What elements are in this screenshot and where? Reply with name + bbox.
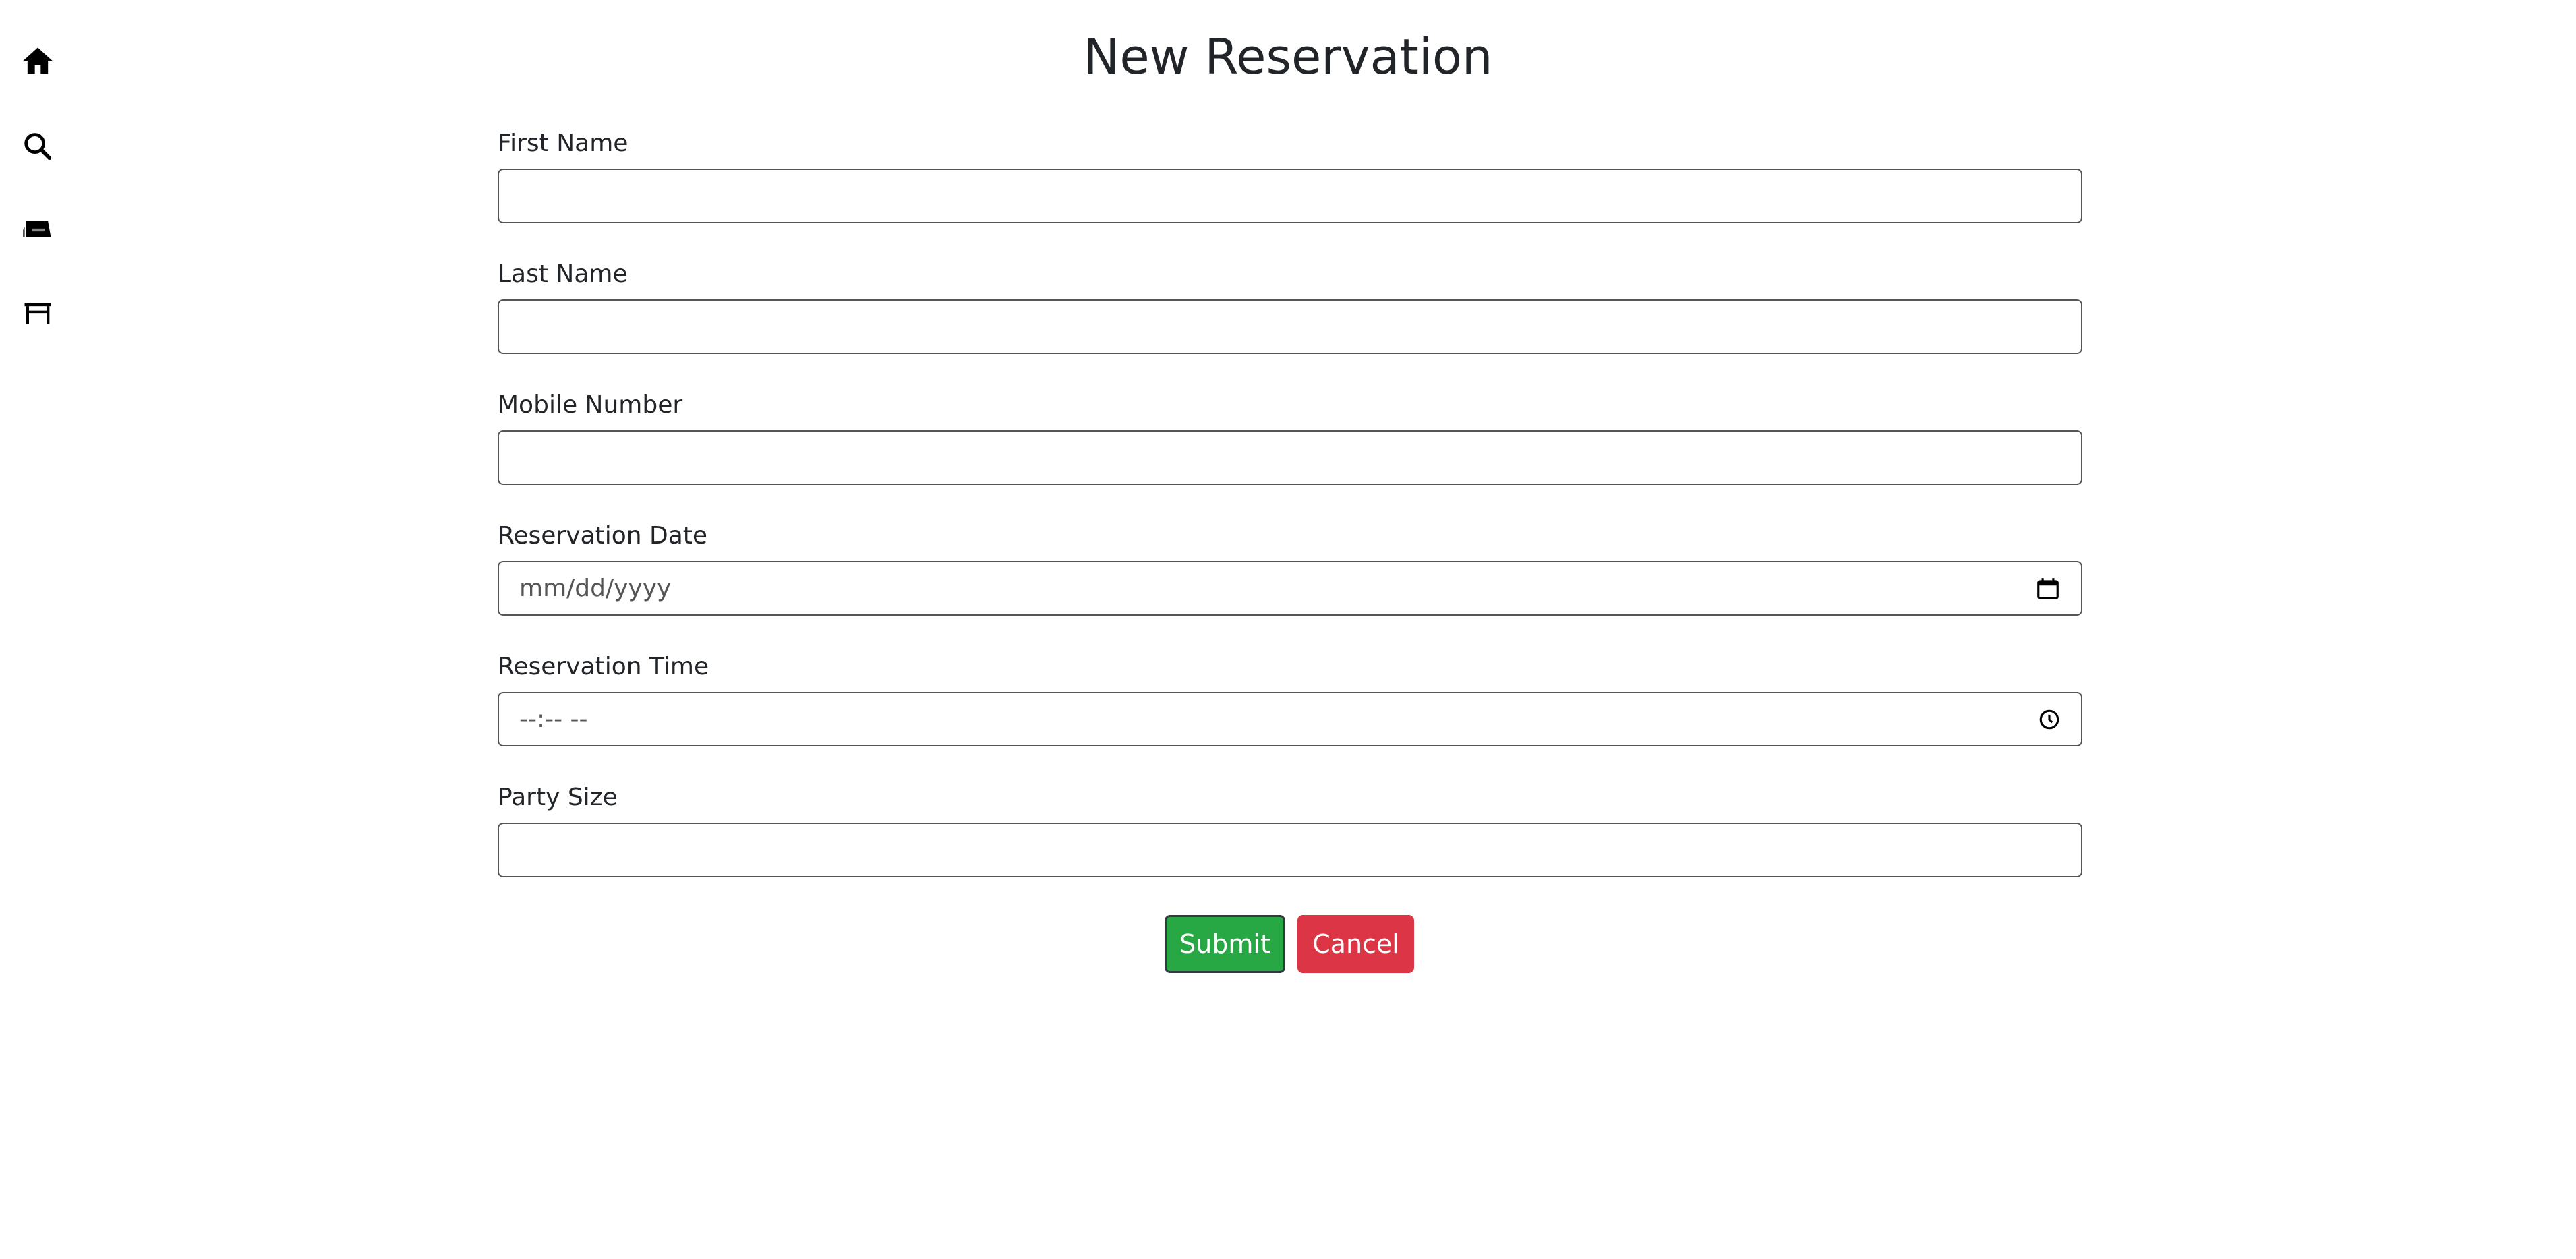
reservation-date-field: Reservation Date mm/dd/yyyy bbox=[498, 521, 2082, 616]
clock-icon[interactable] bbox=[2038, 708, 2061, 731]
first-name-input[interactable] bbox=[498, 169, 2082, 223]
party-size-field: Party Size bbox=[498, 782, 2082, 877]
first-name-label: First Name bbox=[498, 129, 628, 157]
table-icon bbox=[24, 303, 51, 324]
cancel-button[interactable]: Cancel bbox=[1297, 915, 1414, 973]
last-name-label: Last Name bbox=[498, 260, 628, 288]
first-name-field: First Name bbox=[498, 128, 2082, 223]
sidebar-item-tables[interactable] bbox=[20, 296, 55, 331]
search-icon bbox=[24, 133, 52, 160]
reservation-date-label: Reservation Date bbox=[498, 522, 708, 550]
party-size-label: Party Size bbox=[498, 784, 618, 811]
page-title: New Reservation bbox=[1083, 28, 1493, 85]
calendar-icon[interactable] bbox=[2035, 576, 2061, 602]
last-name-field: Last Name bbox=[498, 259, 2082, 354]
sidebar-item-reservations[interactable] bbox=[20, 212, 55, 247]
time-placeholder: --:-- -- bbox=[519, 705, 588, 733]
mobile-number-field: Mobile Number bbox=[498, 390, 2082, 485]
mobile-number-input[interactable] bbox=[498, 430, 2082, 485]
reservation-date-input[interactable]: mm/dd/yyyy bbox=[498, 561, 2082, 616]
reservation-sign-icon bbox=[23, 221, 51, 237]
reservation-time-label: Reservation Time bbox=[498, 653, 709, 680]
mobile-number-label: Mobile Number bbox=[498, 391, 683, 419]
sidebar-item-search[interactable] bbox=[20, 129, 55, 164]
submit-button[interactable]: Submit bbox=[1165, 915, 1285, 973]
last-name-input[interactable] bbox=[498, 299, 2082, 354]
date-placeholder: mm/dd/yyyy bbox=[519, 575, 672, 602]
reservation-time-input[interactable]: --:-- -- bbox=[498, 692, 2082, 746]
reservation-time-field: Reservation Time --:-- -- bbox=[498, 651, 2082, 746]
party-size-input[interactable] bbox=[498, 823, 2082, 877]
